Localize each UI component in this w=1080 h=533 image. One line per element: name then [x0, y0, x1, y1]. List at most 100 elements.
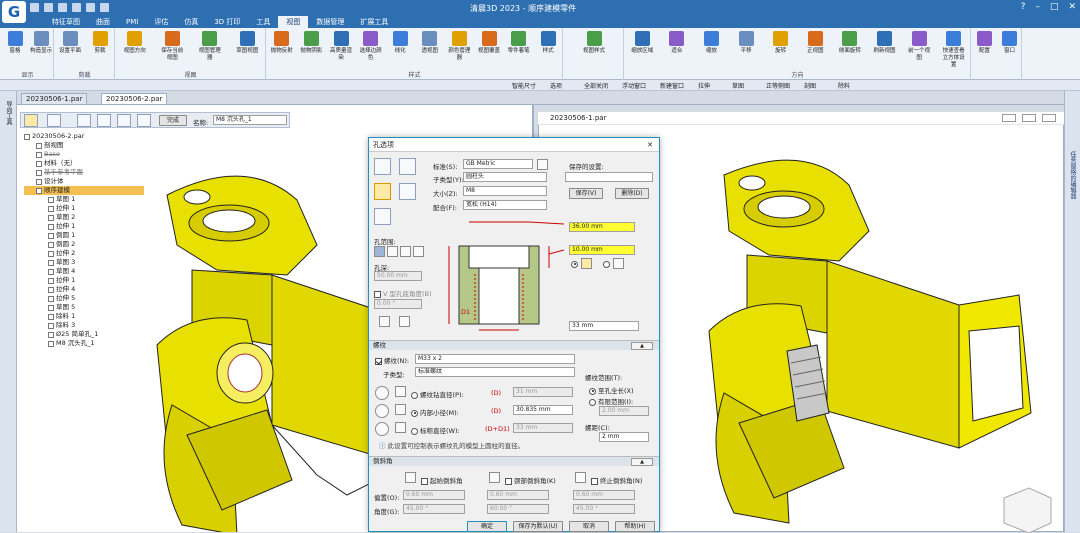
vbottom-checkbox[interactable]: [374, 290, 381, 298]
menu-tab-7[interactable]: 视图: [278, 16, 309, 28]
save-as-default-button[interactable]: 保存为默认(U): [513, 521, 563, 532]
tree-item[interactable]: 剖视图: [24, 141, 144, 150]
cmdbar-item-3[interactable]: 浮动窗口: [622, 81, 646, 90]
tree-item[interactable]: 倒圆 2: [24, 240, 144, 249]
menu-tab-1[interactable]: 曲面: [88, 16, 118, 28]
start-angle-field[interactable]: 45.00 °: [403, 504, 465, 514]
ribbon-button-2-2[interactable]: 视图管理器: [198, 31, 222, 62]
simple-hole-type-button[interactable]: [374, 158, 391, 175]
start-offset-field[interactable]: 0.60 mm: [403, 490, 465, 500]
tree-item[interactable]: 基于参考平面: [24, 168, 144, 177]
close-button[interactable]: ✕: [1068, 2, 1076, 12]
nominal-diameter-radio[interactable]: [411, 427, 418, 435]
tree-checkbox[interactable]: [24, 133, 30, 140]
end-chamfer-checkbox[interactable]: [591, 477, 598, 485]
ribbon-button-5-1[interactable]: 适合: [665, 31, 689, 55]
tap-drill-field[interactable]: 31 mm: [513, 387, 573, 397]
counterbore-depth-field[interactable]: 10.00 mm: [569, 245, 635, 255]
finite-range-field[interactable]: 2.00 mm: [599, 406, 649, 416]
ribbon-button-2-3[interactable]: 草图视图: [235, 31, 259, 55]
vbottom-flat-icon[interactable]: [379, 316, 390, 327]
tree-item[interactable]: 草图 4: [24, 267, 144, 276]
vbottom-angle-field[interactable]: 0.00 °: [374, 299, 422, 309]
options-icon[interactable]: [24, 114, 38, 127]
tree-checkbox[interactable]: [36, 178, 42, 185]
tree-checkbox[interactable]: [48, 241, 54, 248]
hole-options-icon[interactable]: [47, 114, 61, 127]
tree-item[interactable]: 拉伸 2: [24, 249, 144, 258]
doc2-close-icon[interactable]: [1042, 114, 1056, 122]
ribbon-button-5-4[interactable]: 旋转: [769, 31, 793, 55]
redo-icon[interactable]: [86, 3, 95, 12]
tree-checkbox[interactable]: [36, 142, 42, 149]
depth-field[interactable]: 50.00 mm: [374, 271, 422, 281]
treatment-step-icon[interactable]: [137, 114, 151, 127]
plane-step-icon[interactable]: [77, 114, 91, 127]
cmdbar-item-9[interactable]: 除料: [838, 81, 850, 90]
left-strip-label[interactable]: 导向工具: [4, 101, 13, 125]
ribbon-button-6-1[interactable]: 窗口: [998, 31, 1022, 55]
tree-item[interactable]: 顺序建模: [24, 186, 144, 195]
tree-item[interactable]: 拉伸 4: [24, 285, 144, 294]
finite-range-radio[interactable]: [589, 398, 596, 406]
tree-item[interactable]: 草图 1: [24, 195, 144, 204]
tree-item[interactable]: 倒圆 1: [24, 231, 144, 240]
help-icon[interactable]: ?: [1021, 2, 1026, 12]
menu-tab-3[interactable]: 评估: [146, 16, 176, 28]
end-angle-field[interactable]: 45.00 °: [573, 504, 635, 514]
cmdbar-item-5[interactable]: 拉伸: [698, 81, 710, 90]
app-logo[interactable]: G: [2, 1, 26, 23]
tree-item[interactable]: Ø25 简单孔_1: [24, 330, 144, 339]
tree-item[interactable]: 20230506-2.par: [24, 132, 144, 141]
ribbon-button-5-6[interactable]: 绕面旋转: [838, 31, 862, 55]
ribbon-button-5-7[interactable]: 刷新视图: [873, 31, 897, 55]
view-cube-icon[interactable]: [1003, 487, 1052, 533]
dialog-close-icon[interactable]: ✕: [647, 138, 653, 152]
minor-diameter-field[interactable]: 30.835 mm: [513, 405, 573, 415]
extent-step-icon[interactable]: [117, 114, 131, 127]
ribbon-button-3-6[interactable]: 颜色管理器: [447, 31, 471, 62]
tree-checkbox[interactable]: [48, 250, 54, 257]
extent-through-next-icon[interactable]: [387, 246, 398, 257]
ribbon-button-1-0[interactable]: 设置平面: [58, 31, 82, 55]
menu-tab-0[interactable]: 特征草图: [44, 16, 88, 28]
end-offset-field[interactable]: 0.60 mm: [573, 490, 635, 500]
tap-drill-radio[interactable]: [411, 391, 418, 399]
save-settings-button[interactable]: 保存(V): [569, 188, 603, 199]
right-strip-label[interactable]: 任务窗格的编辑器: [1068, 151, 1077, 199]
doc-tab-2[interactable]: 20230506-2.par: [101, 93, 168, 105]
tree-item[interactable]: 除料 3: [24, 321, 144, 330]
ribbon-button-5-9[interactable]: 快速查看立方体设置: [942, 31, 966, 69]
tree-checkbox[interactable]: [36, 169, 42, 176]
finish-button[interactable]: 完成: [159, 115, 187, 126]
tree-checkbox[interactable]: [48, 259, 54, 266]
tree-item[interactable]: 草图 5: [24, 303, 144, 312]
vbottom-cone-icon[interactable]: [399, 316, 410, 327]
standard-select[interactable]: GB Metric: [463, 159, 533, 169]
ribbon-button-3-4[interactable]: 线化: [388, 31, 412, 55]
tree-checkbox[interactable]: [48, 313, 54, 320]
tree-checkbox[interactable]: [48, 331, 54, 338]
minor-diameter-radio[interactable]: [411, 409, 418, 417]
tree-item[interactable]: 材料（无）: [24, 159, 144, 168]
cmdbar-item-4[interactable]: 新建窗口: [660, 81, 684, 90]
countersink-type-button[interactable]: [399, 183, 416, 200]
ribbon-button-5-0[interactable]: 缩放区域: [630, 31, 654, 55]
ribbon-button-5-5[interactable]: 正视图: [803, 31, 827, 55]
tree-checkbox[interactable]: [48, 223, 54, 230]
hole-diameter-select[interactable]: 33 mm: [569, 321, 639, 331]
undo-icon[interactable]: [72, 3, 81, 12]
tree-item[interactable]: M8 沉头孔_1: [24, 339, 144, 348]
tree-checkbox[interactable]: [48, 196, 54, 203]
thread-size-select[interactable]: M33 x 2: [415, 354, 575, 364]
print-icon[interactable]: [100, 3, 109, 12]
extent-through-icon[interactable]: [374, 246, 385, 257]
tree-item[interactable]: 拉伸 1: [24, 222, 144, 231]
start-chamfer-checkbox[interactable]: [421, 477, 428, 485]
ok-button[interactable]: 确定: [467, 521, 507, 532]
depth-from-bottom-radio[interactable]: [603, 260, 610, 268]
pitch-select[interactable]: 2 mm: [599, 432, 649, 442]
extent-finite-icon[interactable]: [413, 246, 424, 257]
tree-item[interactable]: 草图 2: [24, 213, 144, 222]
save-icon[interactable]: [58, 3, 67, 12]
